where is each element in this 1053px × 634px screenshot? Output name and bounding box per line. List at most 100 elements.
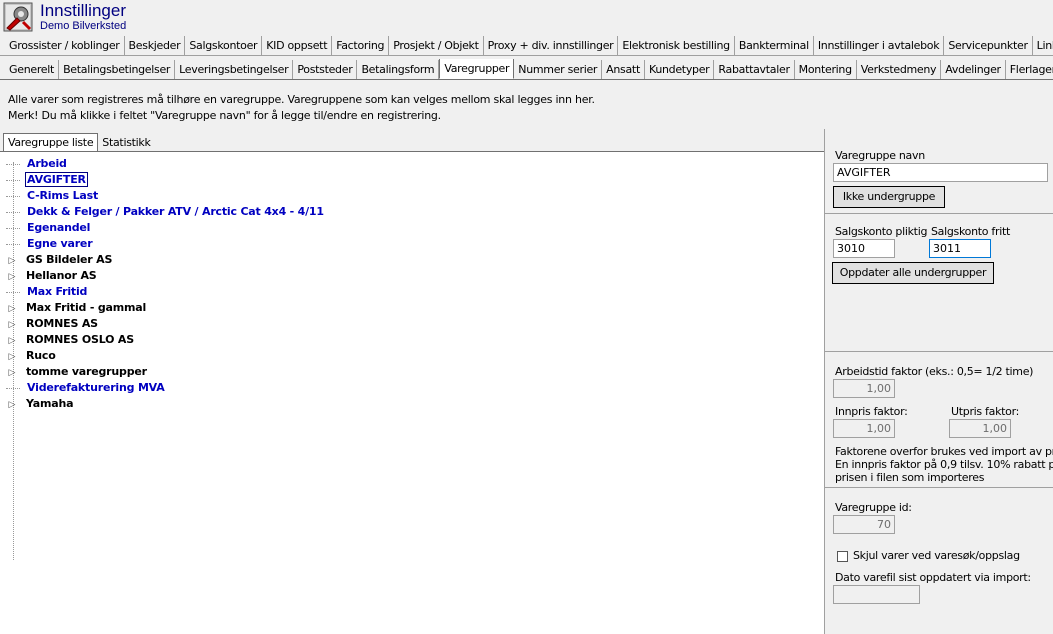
tree-item-label[interactable]: C-Rims Last [25,189,100,202]
tree-item[interactable]: ▷ Yamaha [5,396,75,412]
form-separator-3 [825,487,1053,488]
form-separator-1 [825,213,1053,214]
tab-row-divider [0,79,1053,80]
tree-item-label[interactable]: tomme varegrupper [24,365,149,378]
tree-item[interactable]: ▷ Max Fritid - gammal [5,300,148,316]
innpris-faktor-input[interactable]: 1,00 [833,419,895,438]
ikke-undergruppe-button[interactable]: Ikke undergruppe [833,186,945,208]
innpris-faktor-label: Innpris faktor: [835,405,908,418]
expand-arrow-icon[interactable]: ▷ [5,397,19,413]
oppdater-undergrupper-button[interactable]: Oppdater alle undergrupper [832,262,994,284]
tree-item-label[interactable]: Viderefakturering MVA [25,381,167,394]
varegruppe-navn-input[interactable]: AVGIFTER [833,163,1048,182]
salgskonto-fritt-label: Salgskonto fritt [931,225,1010,238]
info-line-1: Alle varer som registreres må tilhøre en… [8,93,595,106]
tab-kundetyper[interactable]: Kundetyper [645,60,715,79]
tab-factoring[interactable]: Factoring [332,36,390,55]
tab-elektronisk-bestilling[interactable]: Elektronisk bestilling [618,36,735,55]
app-subtitle: Demo Bilverksted [40,20,127,32]
tab-prosjekt-objekt[interactable]: Prosjekt / Objekt [389,36,484,55]
title-bar: Innstillinger Demo Bilverksted [0,0,1053,36]
varegruppe-form-panel: Varegruppe navn AVGIFTER Ikke undergrupp… [824,129,1053,634]
tab-verkstedmeny[interactable]: Verkstedmeny [857,60,942,79]
tab-beskjeder[interactable]: Beskjeder [125,36,186,55]
tree-item[interactable]: ▷ GS Bildeler AS [5,252,114,268]
tree-item-label[interactable]: Egne varer [25,237,94,250]
tree-item-label[interactable]: Yamaha [24,397,75,410]
salgskonto-pliktig-input[interactable]: 3010 [833,239,895,258]
dato-varefil-input [833,585,920,604]
tab-grossister-koblinger[interactable]: Grossister / koblinger [0,36,125,55]
tree-item[interactable]: ▷ ROMNES OSLO AS [5,332,136,348]
tab-linker[interactable]: Linker [1033,36,1053,55]
subtab-varegruppe-liste[interactable]: Varegruppe liste [3,133,99,152]
tree-connector [6,243,20,245]
tree-item-label[interactable]: Dekk & Felger / Pakker ATV / Arctic Cat … [25,205,326,218]
expand-arrow-icon[interactable]: ▷ [5,349,19,365]
tree-item-label[interactable]: Hellanor AS [24,269,99,282]
tree-connector [6,179,20,181]
tab-betalingsbetingelser[interactable]: Betalingsbetingelser [59,60,176,79]
tab-salgskontoer[interactable]: Salgskontoer [185,36,263,55]
arbeidstid-faktor-label: Arbeidstid faktor (eks.: 0,5= 1/2 time) [835,365,1034,378]
tab-servicepunkter[interactable]: Servicepunkter [944,36,1033,55]
info-line-2: Merk! Du må klikke i feltet "Varegruppe … [8,109,441,122]
tab-rabattavtaler[interactable]: Rabattavtaler [714,60,795,79]
tab-innstillinger-i-avtalebok[interactable]: Innstillinger i avtalebok [814,36,945,55]
salgskonto-fritt-input[interactable]: 3011 [929,239,991,258]
dato-varefil-label: Dato varefil sist oppdatert via import: [835,571,1031,584]
tab-proxy-div-innstillinger[interactable]: Proxy + div. innstillinger [484,36,619,55]
tab-nummer-serier[interactable]: Nummer serier [514,60,603,79]
tree-item[interactable]: Arbeid [5,156,69,172]
tab-row-secondary: Generelt Betalingsbetingelser Leveringsbet… [0,59,1053,79]
tab-kid-oppsett[interactable]: KID oppsett [262,36,333,55]
tab-leveringsbetingelser[interactable]: Leveringsbetingelser [175,60,294,79]
tree-item[interactable]: AVGIFTER [5,172,88,188]
expand-arrow-icon[interactable]: ▷ [5,317,19,333]
tab-varegrupper[interactable]: Varegrupper [439,59,515,79]
tree-item-label[interactable]: Arbeid [25,157,69,170]
tree-connector [6,211,20,213]
expand-arrow-icon[interactable]: ▷ [5,269,19,285]
tree-item[interactable]: ▷ Ruco [5,348,58,364]
tab-flerlager[interactable]: Flerlager [1006,60,1053,79]
tree-item[interactable]: Viderefakturering MVA [5,380,167,396]
expand-arrow-icon[interactable]: ▷ [5,365,19,381]
expand-arrow-icon[interactable]: ▷ [5,301,19,317]
varegruppe-tree[interactable]: Arbeid AVGIFTER C-Rims Last Dekk & Felger /… [0,152,824,634]
tree-item[interactable]: ▷ ROMNES AS [5,316,100,332]
tree-item[interactable]: C-Rims Last [5,188,100,204]
info-text: Alle varer som registreres må tilhøre en… [8,92,595,124]
tree-item-label[interactable]: AVGIFTER [25,172,88,187]
factor-note-2: En innpris faktor på 0,9 tilsv. 10% raba… [835,458,1053,471]
tree-item-label[interactable]: GS Bildeler AS [24,253,114,266]
expand-arrow-icon[interactable]: ▷ [5,253,19,269]
skjul-varer-label: Skjul varer ved varesøk/oppslag [853,549,1020,562]
tab-bankterminal[interactable]: Bankterminal [735,36,814,55]
tab-avdelinger[interactable]: Avdelinger [941,60,1006,79]
tab-poststeder[interactable]: Poststeder [293,60,358,79]
expand-arrow-icon[interactable]: ▷ [5,333,19,349]
tab-betalingsform[interactable]: Betalingsform [357,60,440,79]
varegruppe-id-input: 70 [833,515,895,534]
varegruppe-id-label: Varegruppe id: [835,501,912,514]
tree-item-label[interactable]: Max Fritid [25,285,89,298]
tree-item-label[interactable]: Ruco [24,349,58,362]
tree-connector [6,387,20,389]
tree-item[interactable]: ▷ tomme varegrupper [5,364,149,380]
tab-montering[interactable]: Montering [795,60,857,79]
tree-item[interactable]: ▷ Hellanor AS [5,268,99,284]
tree-item[interactable]: Egenandel [5,220,92,236]
tab-ansatt[interactable]: Ansatt [602,60,645,79]
skjul-varer-checkbox[interactable] [837,551,848,562]
tree-item-label[interactable]: ROMNES AS [24,317,100,330]
arbeidstid-faktor-input[interactable]: 1,00 [833,379,895,398]
tree-item[interactable]: Dekk & Felger / Pakker ATV / Arctic Cat … [5,204,326,220]
tree-item[interactable]: Egne varer [5,236,94,252]
tree-item-label[interactable]: Max Fritid - gammal [24,301,148,314]
tree-item[interactable]: Max Fritid [5,284,89,300]
utpris-faktor-input[interactable]: 1,00 [949,419,1011,438]
tab-generelt[interactable]: Generelt [0,60,60,79]
tree-item-label[interactable]: Egenandel [25,221,92,234]
tree-item-label[interactable]: ROMNES OSLO AS [24,333,136,346]
